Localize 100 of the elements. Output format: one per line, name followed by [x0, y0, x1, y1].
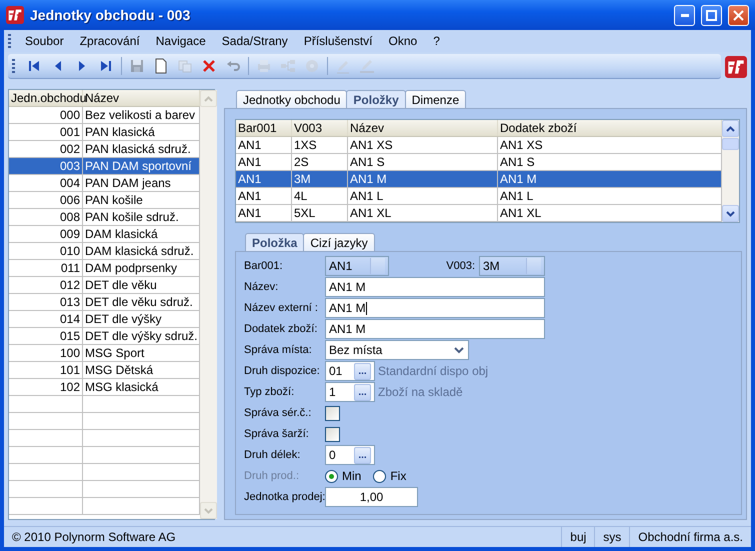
first-record-icon: [26, 58, 42, 74]
list-row[interactable]: 100 MSG Sport: [9, 345, 200, 362]
column-header[interactable]: Název: [348, 120, 498, 136]
scroll-up-icon: [204, 96, 214, 102]
minimize-button[interactable]: [674, 4, 695, 26]
menu-item[interactable]: ?: [425, 34, 448, 48]
table-cell: 102: [9, 379, 83, 395]
number-field[interactable]: 1,00: [325, 487, 418, 507]
status-text: Obchodní firma a.s.: [629, 527, 751, 547]
close-button[interactable]: [728, 4, 749, 26]
field-label: Název externí :: [244, 302, 319, 314]
text-field[interactable]: AN1 M: [325, 319, 545, 339]
list-row[interactable]: 010 DAM klasická sdruž.: [9, 243, 200, 260]
field-label: Jednotka prodej:: [244, 491, 325, 503]
pen-line-icon: [359, 58, 375, 74]
list-row[interactable]: 015 DET dle výšky sdruž.: [9, 328, 200, 345]
tab[interactable]: Dimenze: [404, 90, 466, 108]
table-cell: 1XS: [292, 137, 348, 153]
scroll-up-button[interactable]: [722, 120, 739, 137]
list-row[interactable]: 006 PAN košile: [9, 192, 200, 209]
maximize-button[interactable]: [701, 4, 722, 26]
table-cell: 004: [9, 175, 83, 191]
lookup-field[interactable]: 3M: [479, 256, 545, 276]
scroll-down-icon: [204, 508, 214, 514]
table-cell: 008: [9, 209, 83, 225]
tree-icon: [280, 58, 296, 74]
list-row[interactable]: 001 PAN klasická: [9, 124, 200, 141]
scroll-down-button[interactable]: [722, 205, 739, 222]
table-cell: 2S: [292, 154, 348, 170]
table-cell: 010: [9, 243, 83, 259]
browse-button[interactable]: ...: [354, 384, 371, 400]
field-description: Standardní dispo obj: [378, 364, 488, 378]
table-cell: 006: [9, 192, 83, 208]
menu-item[interactable]: Soubor: [17, 34, 72, 48]
field-label: Druh prod.:: [244, 470, 300, 482]
tab[interactable]: Položka: [245, 233, 304, 251]
text-field[interactable]: AN1 M: [325, 277, 545, 297]
column-header[interactable]: V003: [292, 120, 348, 136]
grid-row[interactable]: AN1 3M AN1 M AN1 M: [236, 171, 722, 188]
grid-row[interactable]: AN1 1XS AN1 XS AN1 XS: [236, 137, 722, 154]
new-document-icon: [153, 58, 169, 74]
list-row[interactable]: 012 DET dle věku: [9, 277, 200, 294]
table-cell: 009: [9, 226, 83, 242]
list-row[interactable]: 004 PAN DAM jeans: [9, 175, 200, 192]
table-cell: AN1: [236, 205, 292, 221]
table-cell: 003: [9, 158, 83, 174]
last-record-icon: [98, 58, 114, 74]
table-cell: AN1 M: [348, 171, 498, 187]
list-row[interactable]: 011 DAM podprsenky: [9, 260, 200, 277]
table-cell: AN1: [236, 171, 292, 187]
table-cell: 002: [9, 141, 83, 157]
list-row[interactable]: 101 MSG Dětská: [9, 362, 200, 379]
code-field[interactable]: 0 ...: [325, 445, 375, 465]
list-row[interactable]: 009 DAM klasická: [9, 226, 200, 243]
browse-button[interactable]: ...: [354, 446, 371, 464]
list-row[interactable]: 014 DET dle výšky: [9, 311, 200, 328]
field-label: V003:: [445, 260, 476, 272]
browse-button[interactable]: ...: [354, 362, 371, 380]
disc-icon: [304, 58, 320, 74]
code-field[interactable]: 01 ...: [325, 361, 375, 381]
delete-icon: [201, 58, 217, 74]
list-row[interactable]: 013 DET dle věku sdruž.: [9, 294, 200, 311]
status-text: © 2010 Polynorm Software AG: [11, 529, 177, 546]
tab[interactable]: Jednotky obchodu: [236, 90, 348, 108]
status-text: buj: [561, 527, 594, 547]
list-row[interactable]: 003 PAN DAM sportovní: [9, 158, 200, 175]
scroll-thumb[interactable]: [722, 138, 739, 150]
menu-item[interactable]: Navigace: [148, 34, 214, 48]
radio-label: Fix: [390, 469, 406, 483]
dropdown-field[interactable]: Bez místa: [325, 340, 469, 360]
grid-row[interactable]: AN1 4L AN1 L AN1 L: [236, 188, 722, 205]
minimize-icon: [680, 14, 688, 16]
field-label: Správa místa:: [244, 344, 313, 356]
status-text: sys: [594, 527, 630, 547]
tab[interactable]: Položky: [346, 90, 406, 108]
table-cell: 000: [9, 107, 83, 123]
field-label: Druh délek:: [244, 449, 302, 461]
menu-item[interactable]: Zpracování: [72, 34, 148, 48]
column-header[interactable]: Bar001: [236, 120, 292, 136]
lookup-field[interactable]: AN1: [325, 256, 389, 276]
table-cell: AN1: [236, 188, 292, 204]
table-cell: 4L: [292, 188, 348, 204]
menu-item[interactable]: Okno: [380, 34, 426, 48]
field-label: Název:: [244, 281, 280, 293]
table-cell: 5XL: [292, 205, 348, 221]
list-row[interactable]: 102 MSG klasická: [9, 379, 200, 396]
scrollbar[interactable]: [722, 120, 739, 222]
checkbox[interactable]: [325, 406, 340, 420]
list-row[interactable]: 000 Bez velikosti a barev: [9, 107, 200, 124]
field-label: Typ zboží:: [244, 386, 296, 398]
menu-item[interactable]: Sada/Strany: [214, 34, 296, 48]
checkbox[interactable]: [325, 426, 340, 442]
tab[interactable]: Cizí jazyky: [303, 233, 375, 251]
code-field[interactable]: 1 ...: [325, 382, 375, 402]
grid-row[interactable]: AN1 5XL AN1 XL AN1 XL: [236, 205, 722, 222]
close-icon: [733, 10, 744, 20]
table-cell: AN1 S: [348, 154, 498, 170]
list-row[interactable]: 008 PAN košile sdruž.: [9, 209, 200, 226]
menu-item[interactable]: Příslušenství: [296, 34, 381, 48]
text-field[interactable]: AN1 M: [325, 298, 545, 318]
